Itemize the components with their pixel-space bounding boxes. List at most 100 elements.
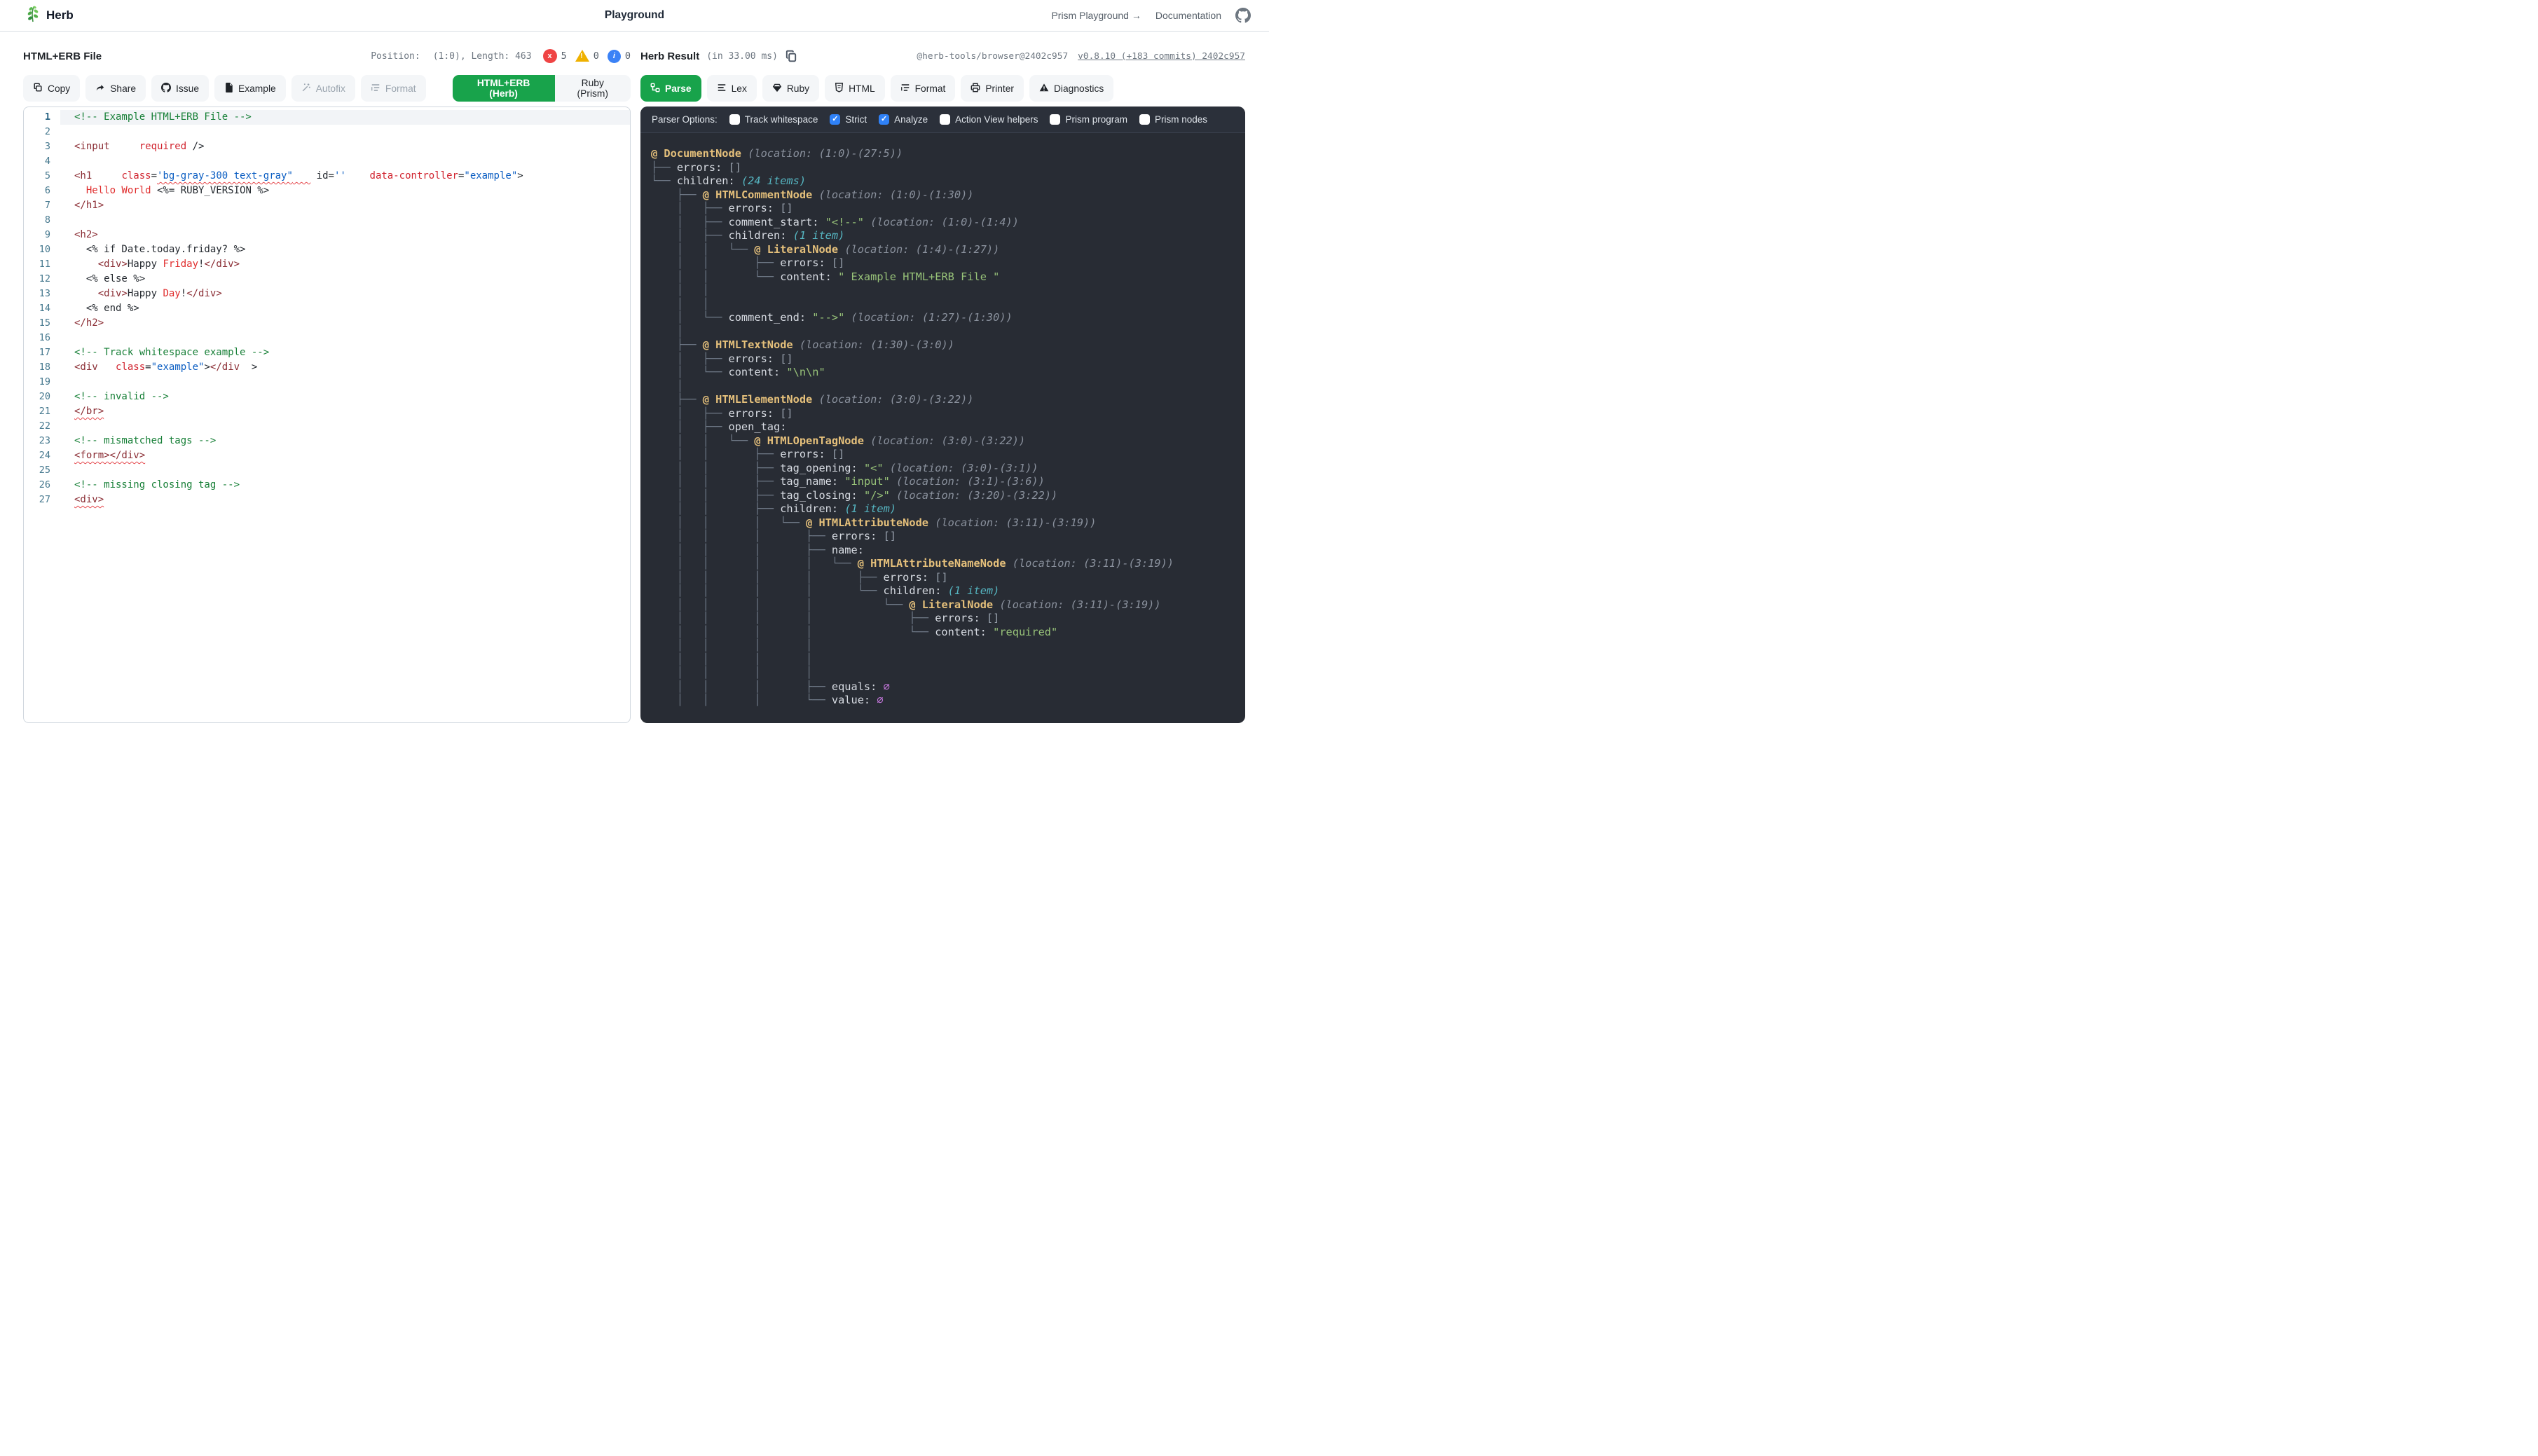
editor-line[interactable]: 15</h2> [24,316,630,331]
html5-shield-icon [835,83,844,95]
code-line: <!-- Track whitespace example --> [60,345,630,360]
editor-line[interactable]: 14 <% end %> [24,301,630,316]
editor-line[interactable]: 7</h1> [24,198,630,213]
editor-line[interactable]: 26<!-- missing closing tag --> [24,478,630,493]
ast-tree-line: │ │ │ ├── errors: [] [651,530,1245,544]
line-number: 3 [24,139,60,154]
github-issue-icon [161,83,171,95]
share-button[interactable]: Share [85,75,146,102]
checkbox-icon[interactable] [940,114,950,125]
copy-button[interactable]: Copy [23,75,80,102]
warning-triangle-icon [1039,83,1049,95]
ast-tree-line: │ │ │ │ ├── errors: [] [651,571,1245,585]
parse-button[interactable]: Parse [640,75,701,102]
lex-button[interactable]: Lex [707,75,757,102]
code-editor[interactable]: 1<!-- Example HTML+ERB File -->23<input … [23,107,631,723]
parser-options-bar: Parser Options: Track whitespace✓Strict✓… [640,107,1245,133]
code-line: <div>Happy Friday!</div> [60,257,630,272]
editor-line[interactable]: 5<h1 class='bg-gray-300 text-gray" id=''… [24,169,630,184]
ruby-button[interactable]: Ruby [762,75,819,102]
format-result-button[interactable]: Format [891,75,956,102]
editor-line[interactable]: 11 <div>Happy Friday!</div> [24,257,630,272]
parser-option-label: Prism nodes [1155,114,1207,125]
package-version: @herb-tools/browser@2402c957 [917,51,1068,62]
line-number: 26 [24,478,60,493]
editor-line[interactable]: 20<!-- invalid --> [24,390,630,404]
checkbox-icon[interactable] [1139,114,1150,125]
parser-option-label: Analyze [894,114,928,125]
ast-tree-line: │ │ │ │ [651,653,1245,667]
parser-option[interactable]: Action View helpers [940,114,1038,125]
copy-result-icon[interactable] [785,50,797,62]
parser-option[interactable]: ✓ Analyze [879,114,928,125]
version-link[interactable]: v0.8.10 (+183 commits) 2402c957 [1078,51,1245,62]
editor-line[interactable]: 9<h2> [24,228,630,242]
info-badge-icon: i [608,50,621,63]
editor-line[interactable]: 17<!-- Track whitespace example --> [24,345,630,360]
ast-tree-line: │ │ │ └── @ HTMLAttributeNode (location:… [651,516,1245,530]
editor-line[interactable]: 4 [24,154,630,169]
parser-option[interactable]: ✓Strict [830,114,867,125]
ast-tree-line: │ │ │ │ [651,639,1245,653]
checkbox-icon[interactable] [729,114,740,125]
line-number: 6 [24,184,60,198]
ast-tree-line: │ └── content: "\n\n" [651,366,1245,380]
code-line: <!-- missing closing tag --> [60,478,630,493]
editor-line[interactable]: 10 <% if Date.today.friday? %> [24,242,630,257]
line-number: 14 [24,301,60,316]
ast-tree-line: │ ├── children: (1 item) [651,229,1245,243]
position-value: (1:0), Length: 463 [433,51,532,62]
editor-line[interactable]: 16 [24,331,630,345]
copy-icon [33,83,43,95]
editor-line[interactable]: 23<!-- mismatched tags --> [24,434,630,448]
tab-html-erb-herb[interactable]: HTML+ERB (Herb) [453,75,555,102]
github-icon[interactable] [1235,8,1251,23]
checkbox-icon[interactable] [1050,114,1060,125]
error-count: 5 [561,50,567,62]
herb-logo-icon [25,6,41,26]
editor-line[interactable]: 27<div> [24,493,630,507]
ast-tree-line: └── children: (24 items) [651,174,1245,188]
ast-tree-line: │ │ │ │ └── content: "required" [651,626,1245,640]
parser-option[interactable]: Track whitespace [729,114,818,125]
editor-line[interactable]: 25 [24,463,630,478]
checkbox-checked-icon[interactable]: ✓ [830,114,840,125]
editor-line[interactable]: 21</br> [24,404,630,419]
parser-option[interactable]: Prism nodes [1139,114,1207,125]
parser-option[interactable]: Prism program [1050,114,1127,125]
editor-line[interactable]: 6 Hello World <%= RUBY_VERSION %> [24,184,630,198]
editor-line[interactable]: 3<input required /> [24,139,630,154]
example-button[interactable]: Example [214,75,286,102]
tab-ruby-prism[interactable]: Ruby (Prism) [555,75,631,102]
editor-line[interactable]: 18<div class="example"></div > [24,360,630,375]
editor-line[interactable]: 1<!-- Example HTML+ERB File --> [24,110,630,125]
diagnostics-button[interactable]: Diagnostics [1029,75,1113,102]
code-line [60,125,630,139]
editor-line[interactable]: 22 [24,419,630,434]
prism-playground-link[interactable]: Prism Playground → [1051,10,1141,21]
code-line: <!-- mismatched tags --> [60,434,630,448]
line-number: 19 [24,375,60,390]
ast-tree-line: │ [651,325,1245,339]
printer-button[interactable]: Printer [961,75,1024,102]
editor-line[interactable]: 13 <div>Happy Day!</div> [24,287,630,301]
format-button[interactable]: Format [361,75,426,102]
editor-line[interactable]: 24<form></div> [24,448,630,463]
brand[interactable]: Herb [25,6,74,26]
ast-tree-line: │ │ │ └── value: ∅ [651,694,1245,708]
parse-timing: (in 33.00 ms) [706,51,778,62]
autofix-button[interactable]: Autofix [291,75,355,102]
navbar: Herb Playground Prism Playground → Docum… [0,0,1269,32]
editor-line[interactable]: 19 [24,375,630,390]
editor-line[interactable]: 2 [24,125,630,139]
issue-button[interactable]: Issue [151,75,209,102]
parse-tree-icon [650,83,660,95]
ast-tree-line: │ │ ├── errors: [] [651,448,1245,462]
editor-line[interactable]: 12 <% else %> [24,272,630,287]
editor-line[interactable]: 8 [24,213,630,228]
documentation-link[interactable]: Documentation [1155,10,1221,21]
checkbox-checked-icon[interactable]: ✓ [879,114,889,125]
html-button[interactable]: HTML [825,75,885,102]
line-number: 23 [24,434,60,448]
line-number: 5 [24,169,60,184]
